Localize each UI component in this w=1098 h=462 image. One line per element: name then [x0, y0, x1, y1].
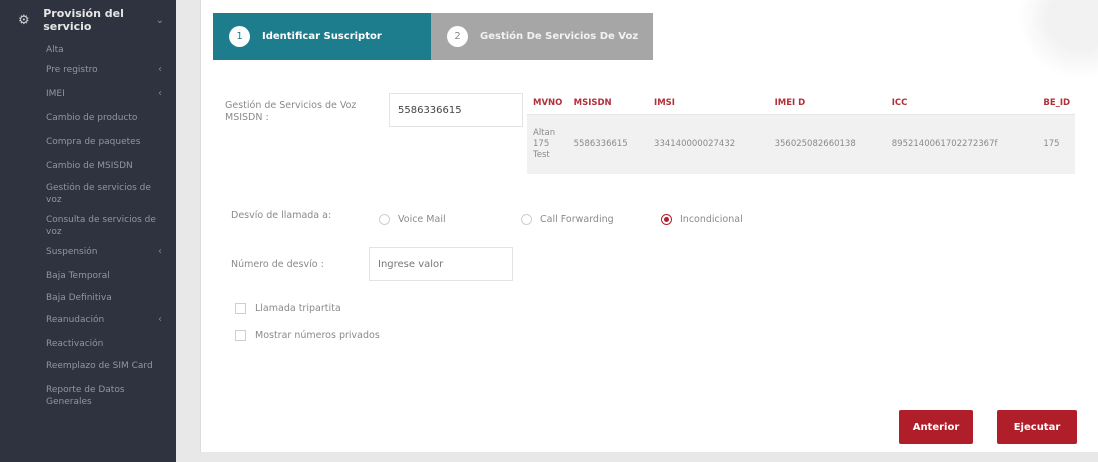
sidebar-item[interactable]: Reemplazo de SIM Card [0, 356, 176, 380]
sidebar-item-label: IMEI [46, 89, 65, 99]
table-header-be-id: BE_ID [1037, 92, 1075, 115]
table-header-row: MVNO MSISDN IMSI IMEI D ICC BE_ID [527, 92, 1075, 115]
table-cell-msisdn: 5586336615 [567, 114, 649, 174]
execute-button[interactable]: Ejecutar [997, 410, 1077, 444]
sidebar-item[interactable]: Reanudación ‹ [0, 310, 176, 334]
step-number: 2 [447, 26, 468, 47]
sidebar-item[interactable]: Baja Temporal [0, 266, 176, 288]
checkbox[interactable] [235, 303, 246, 314]
sidebar-item[interactable]: Reporte de Datos Generales [0, 380, 176, 410]
sidebar-menu: Alta Pre registro ‹ IMEI ‹ Cambio de producto… [0, 40, 176, 410]
radio-voice-mail[interactable]: Voice Mail [379, 214, 446, 225]
checkbox[interactable] [235, 330, 246, 341]
sidebar-item[interactable]: Alta [0, 40, 176, 60]
radio-incondicional[interactable]: Incondicional [661, 214, 743, 225]
sidebar-item-label: Reactivación [46, 339, 104, 349]
forward-number-input[interactable]: Ingrese valor [369, 247, 513, 281]
radio-label: Voice Mail [398, 214, 446, 225]
sidebar: ⚙ Provisión del servicio ⌄ Alta Pre regis… [0, 0, 176, 462]
table-header-icc: ICC [885, 92, 1038, 115]
main-panel: 1 Identificar Suscriptor 2 Gestión De Se… [200, 0, 1098, 462]
sidebar-item[interactable]: Baja Definitiva [0, 288, 176, 310]
checkbox-mostrar-numeros-privados[interactable]: Mostrar números privados [235, 330, 380, 341]
table-cell-imei: 356025082660138 [768, 114, 886, 174]
gear-icon: ⚙ [18, 12, 30, 28]
sidebar-item-label: Suspensión [46, 247, 98, 257]
sidebar-item[interactable]: Cambio de MSISDN [0, 156, 176, 178]
wizard-steps: 1 Identificar Suscriptor 2 Gestión De Se… [213, 13, 653, 60]
step-identificar-suscriptor[interactable]: 1 Identificar Suscriptor [213, 13, 431, 60]
step-gestion-servicios-voz[interactable]: 2 Gestión De Servicios De Voz [431, 13, 653, 60]
sidebar-item-label: Consulta de servicios de voz [46, 215, 156, 237]
step-label: Identificar Suscriptor [262, 31, 382, 42]
radio-button[interactable] [521, 214, 532, 225]
radio-button[interactable] [379, 214, 390, 225]
sidebar-item[interactable]: Suspensión ‹ [0, 242, 176, 266]
sidebar-item-label: Alta [46, 45, 64, 55]
sidebar-item-label: Reporte de Datos Generales [46, 385, 125, 407]
sidebar-item-label: Baja Temporal [46, 271, 110, 281]
table-header-msisdn: MSISDN [567, 92, 649, 115]
table-cell-mvno: Altan 175 Test [527, 114, 568, 174]
checkbox-label: Llamada tripartita [255, 303, 341, 314]
table-header-mvno: MVNO [527, 92, 568, 115]
checkbox-label: Mostrar números privados [255, 330, 380, 341]
table-header-imsi: IMSI [648, 92, 769, 115]
table-header-imei: IMEI D [768, 92, 886, 115]
decorative-background [1008, 0, 1098, 90]
sidebar-item-label: Cambio de MSISDN [46, 161, 133, 171]
sidebar-item[interactable]: Gestión de servicios de voz [0, 178, 176, 210]
chevron-down-icon: ‹ [158, 88, 162, 99]
back-button[interactable]: Anterior [899, 410, 973, 444]
msisdn-input[interactable]: 5586336615 [389, 93, 523, 127]
table-cell-imsi: 334140000027432 [648, 114, 769, 174]
table-cell-be-id: 175 [1037, 114, 1075, 174]
chevron-down-icon: ⌄ [155, 14, 164, 26]
chevron-down-icon: ‹ [158, 246, 162, 257]
sidebar-item-label: Pre registro [46, 65, 98, 75]
page-footer-strip [176, 452, 1098, 462]
sidebar-item[interactable]: Cambio de producto [0, 108, 176, 132]
sidebar-item-label: Compra de paquetes [46, 137, 141, 147]
sidebar-header-title: Provisión del servicio [43, 7, 124, 33]
step-label: Gestión De Servicios De Voz [480, 31, 639, 42]
sidebar-item-label: Gestión de servicios de voz [46, 183, 151, 205]
table-row: Altan 175 Test 5586336615 33414000002743… [527, 114, 1075, 174]
sidebar-item-label: Reemplazo de SIM Card [46, 361, 153, 371]
subscriber-info-table: MVNO MSISDN IMSI IMEI D ICC BE_ID Altan … [527, 92, 1075, 174]
step-number: 1 [229, 26, 250, 47]
checkbox-llamada-tripartita[interactable]: Llamada tripartita [235, 303, 341, 314]
sidebar-item-label: Cambio de producto [46, 113, 138, 123]
radio-label: Incondicional [680, 214, 743, 225]
chevron-down-icon: ‹ [158, 314, 162, 325]
forward-number-label: Número de desvío : [231, 259, 324, 270]
sidebar-item[interactable]: Reactivación [0, 334, 176, 356]
table-cell-icc: 8952140061702272367f [885, 114, 1038, 174]
sidebar-item-label: Baja Definitiva [46, 293, 112, 303]
sidebar-item[interactable]: Consulta de servicios de voz [0, 210, 176, 242]
msisdn-label: Gestión de Servicios de Voz MSISDN : [225, 100, 357, 123]
sidebar-item[interactable]: Pre registro ‹ [0, 60, 176, 84]
chevron-down-icon: ‹ [158, 64, 162, 75]
sidebar-item[interactable]: Compra de paquetes [0, 132, 176, 156]
sidebar-header[interactable]: ⚙ Provisión del servicio ⌄ [0, 0, 176, 40]
sidebar-item[interactable]: IMEI ‹ [0, 84, 176, 108]
sidebar-item-label: Reanudación [46, 315, 105, 325]
radio-label: Call Forwarding [540, 214, 614, 225]
radio-button-selected[interactable] [661, 214, 672, 225]
forward-label: Desvío de llamada a: [231, 210, 332, 221]
radio-call-forwarding[interactable]: Call Forwarding [521, 214, 614, 225]
